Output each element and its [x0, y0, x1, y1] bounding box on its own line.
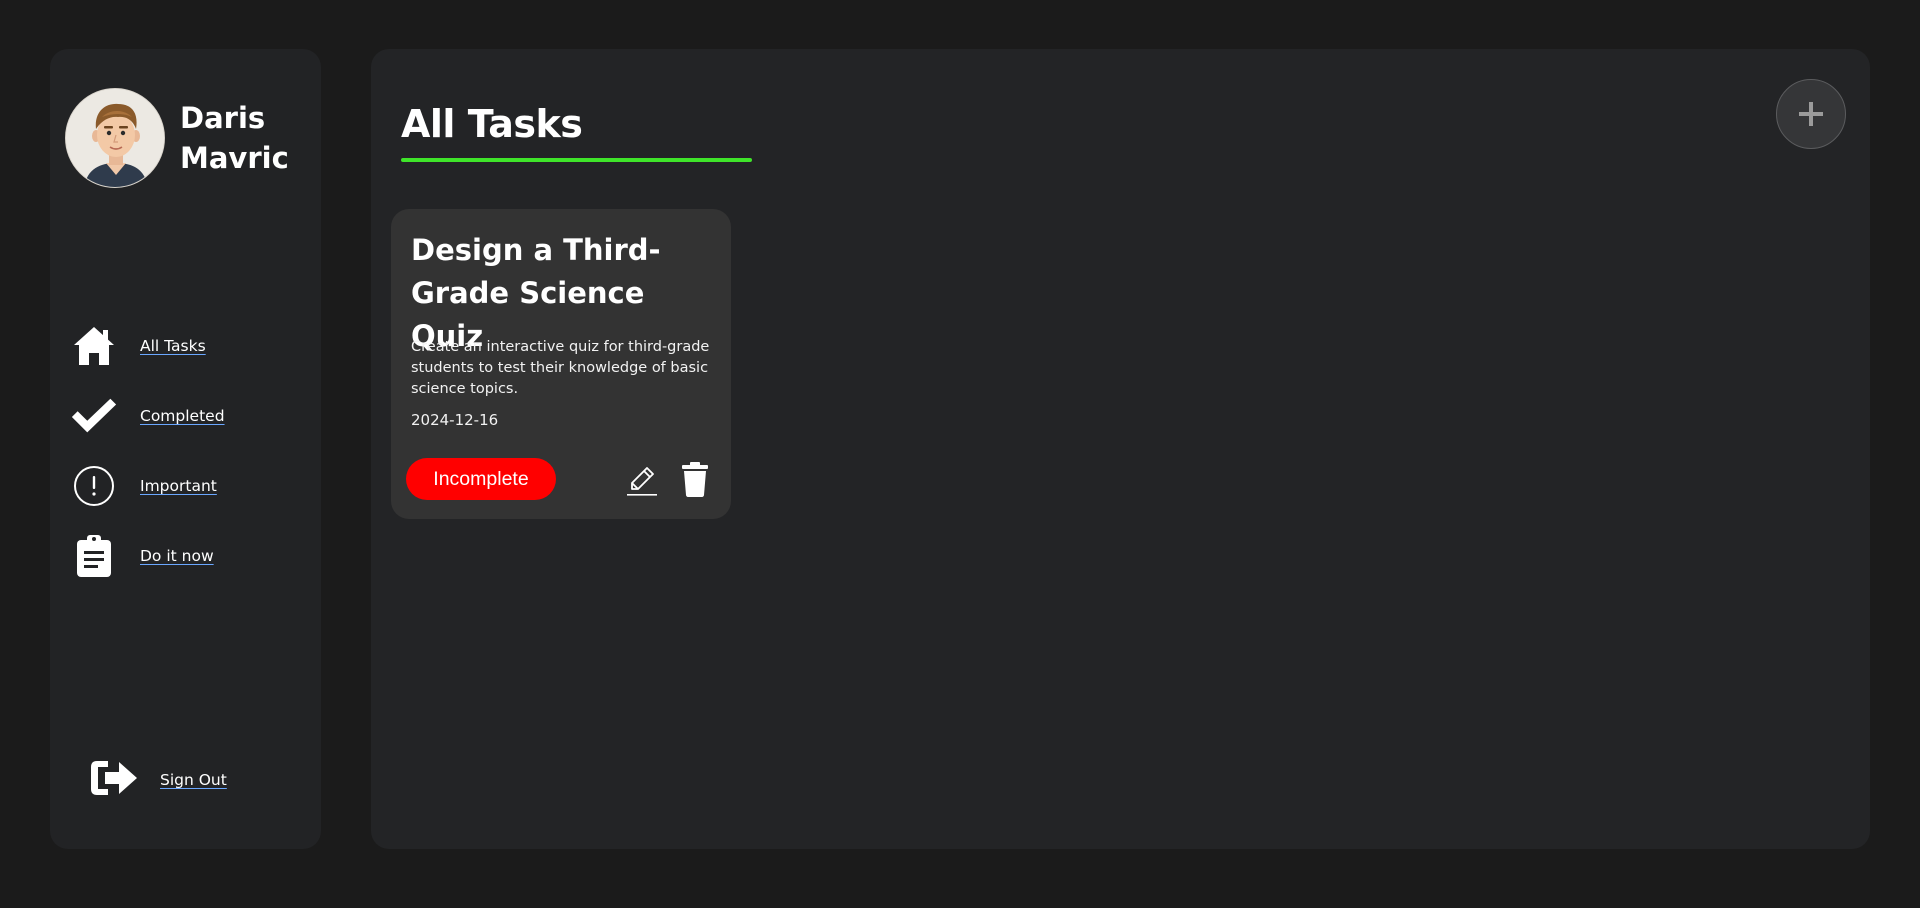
user-name: Daris Mavric	[180, 101, 289, 175]
sidebar-item-label[interactable]: Completed	[140, 407, 225, 425]
sign-out-button[interactable]: Sign Out	[88, 757, 227, 803]
page-title: All Tasks	[401, 102, 583, 146]
sidebar-item-do-it-now[interactable]: Do it now	[69, 521, 225, 591]
clipboard-icon	[69, 531, 119, 581]
sidebar-item-all-tasks[interactable]: All Tasks	[69, 311, 225, 381]
add-task-button[interactable]	[1776, 79, 1846, 149]
user-profile: Daris Mavric	[65, 88, 290, 188]
sidebar-item-completed[interactable]: Completed	[69, 381, 225, 451]
sidebar-item-important[interactable]: Important	[69, 451, 225, 521]
home-icon	[69, 321, 119, 371]
sidebar-item-label[interactable]: All Tasks	[140, 337, 206, 355]
task-card: Design a Third-Grade Science Quiz Create…	[391, 209, 731, 519]
sign-out-icon	[88, 757, 140, 803]
plus-icon	[1799, 102, 1823, 126]
avatar	[65, 88, 165, 188]
sidebar-nav: All Tasks Completed Important Do it now	[69, 311, 225, 591]
sidebar-item-label[interactable]: Do it now	[140, 547, 214, 565]
sidebar-item-label[interactable]: Important	[140, 477, 217, 495]
sign-out-label[interactable]: Sign Out	[160, 771, 227, 789]
title-underline	[401, 158, 752, 162]
task-description: Create an interactive quiz for third-gra…	[411, 339, 710, 397]
task-date: 2024-12-16	[411, 411, 499, 429]
delete-task-button[interactable]	[681, 462, 709, 497]
edit-task-button[interactable]	[626, 463, 658, 497]
status-toggle-button[interactable]: Incomplete	[406, 458, 556, 500]
exclamation-circle-icon	[69, 461, 119, 511]
pencil-icon	[627, 467, 657, 496]
trash-icon	[682, 462, 708, 497]
main-panel: All Tasks Design a Third-Grade Science Q…	[371, 49, 1870, 849]
sidebar: Daris Mavric All Tasks Completed Importa…	[50, 49, 321, 849]
check-icon	[69, 391, 119, 441]
